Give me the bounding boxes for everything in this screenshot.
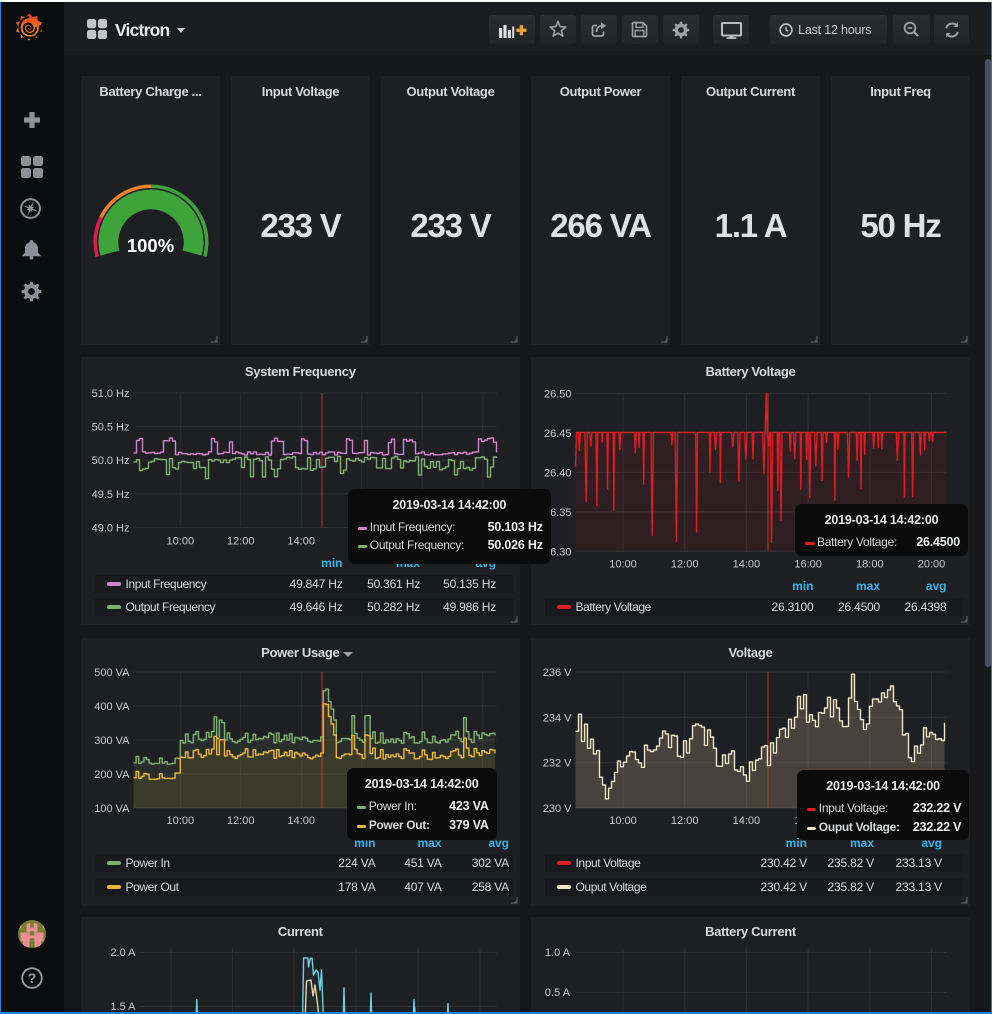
svg-text:1.0 A: 1.0 A: [545, 947, 571, 959]
svg-text:0.5 A: 0.5 A: [545, 987, 571, 999]
